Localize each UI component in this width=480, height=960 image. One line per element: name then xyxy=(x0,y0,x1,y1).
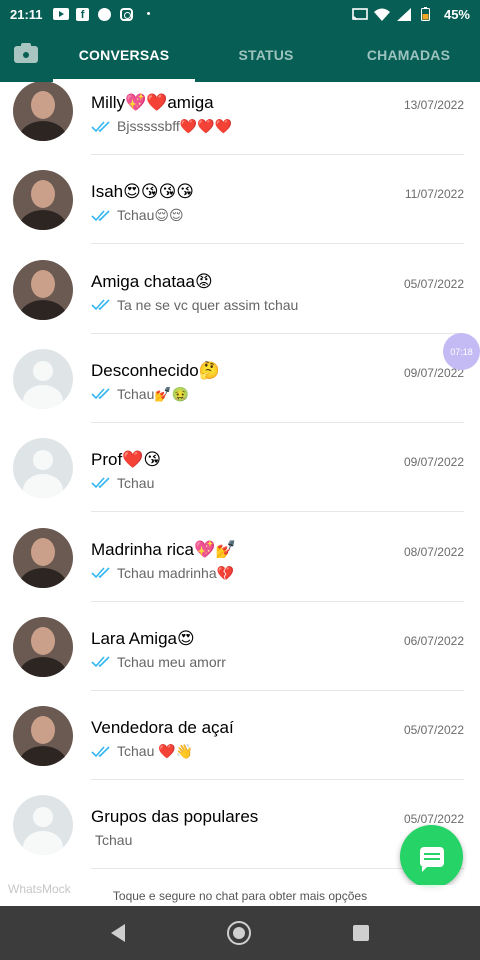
instagram-icon xyxy=(119,7,135,21)
home-icon[interactable] xyxy=(227,921,251,945)
chat-preview-text: Tchau💅🤢 xyxy=(117,385,190,402)
contact-avatar[interactable] xyxy=(13,170,73,231)
chat-preview-text: Tchau ❤️👋 xyxy=(117,743,194,760)
chat-list[interactable]: Milly💖❤️amiga 13/07/2022 Bjsssssbff❤️❤️❤️ I… xyxy=(0,82,480,906)
hint-text: Toque e segure no chat para obter mais o… xyxy=(0,885,480,906)
chat-name: Grupos das populares xyxy=(91,807,259,827)
battery-icon xyxy=(418,7,434,21)
contact-avatar[interactable] xyxy=(13,616,73,677)
tab-conversas[interactable]: CONVERSAS xyxy=(53,28,195,82)
chat-date: 06/07/2022 xyxy=(403,633,464,648)
chat-preview: Bjsssssbff❤️❤️❤️ xyxy=(91,118,232,135)
chat-preview-text: Tchau meu amorr xyxy=(117,653,226,670)
chat-preview-text: Tchau xyxy=(95,832,133,849)
back-icon[interactable] xyxy=(111,924,125,942)
double-check-icon xyxy=(91,477,111,489)
camera-icon[interactable] xyxy=(14,42,40,64)
status-bar: 21:11 f • 45% xyxy=(0,0,480,28)
double-check-icon xyxy=(91,746,111,758)
double-check-icon xyxy=(91,567,111,579)
messenger-icon xyxy=(97,7,113,21)
chat-date: 08/07/2022 xyxy=(403,544,464,559)
contact-avatar[interactable] xyxy=(13,82,73,141)
recents-icon[interactable] xyxy=(353,925,369,941)
watermark: WhatsMock xyxy=(8,882,71,896)
chat-preview-text: Tchau😌😌 xyxy=(117,207,184,224)
default-avatar-icon[interactable] xyxy=(13,795,73,856)
chat-preview: Tchau meu amorr xyxy=(91,654,226,670)
notification-dot: • xyxy=(146,8,151,20)
chat-preview: Tchau madrinha💔 xyxy=(91,565,234,582)
wifi-icon xyxy=(373,8,390,21)
chat-date: 13/07/2022 xyxy=(403,98,464,112)
chat-row[interactable]: Lara Amiga😍 06/07/2022 Tchau meu amorr xyxy=(0,602,480,691)
chat-preview-text: Tchau madrinha💔 xyxy=(117,564,235,581)
chat-date: 05/07/2022 xyxy=(403,723,464,738)
chat-date: 05/07/2022 xyxy=(403,276,464,291)
default-avatar-icon[interactable] xyxy=(13,438,73,499)
chat-row[interactable]: Isah😍😘😘😘 11/07/2022 Tchau😌😌 xyxy=(0,155,480,245)
floating-timer-bubble[interactable]: 07:18 xyxy=(443,333,480,370)
double-check-icon xyxy=(91,299,111,311)
chat-name: Milly💖❤️amiga xyxy=(91,93,214,112)
chat-row[interactable]: Desconhecido🤔 09/07/2022 Tchau💅🤢 xyxy=(0,334,480,423)
new-chat-button[interactable] xyxy=(400,825,463,888)
app-bar: CONVERSAS STATUS CHAMADAS xyxy=(0,28,480,82)
chat-name: Isah😍😘😘😘 xyxy=(91,182,195,202)
chat-name: Amiga chataa😡 xyxy=(91,271,213,291)
double-check-icon xyxy=(91,210,111,222)
chat-date: 11/07/2022 xyxy=(404,187,464,202)
tab-status[interactable]: STATUS xyxy=(195,28,337,82)
cast-icon xyxy=(352,7,368,21)
chat-name: Vendedora de açaí xyxy=(91,718,234,738)
chat-row[interactable]: Vendedora de açaí 05/07/2022 Tchau ❤️👋 xyxy=(0,691,480,781)
chat-name: Prof❤️😘 xyxy=(91,450,162,470)
chat-name: Desconhecido🤔 xyxy=(91,360,220,380)
chat-preview-text: Bjsssssbff❤️❤️❤️ xyxy=(117,118,233,134)
chat-date: 09/07/2022 xyxy=(403,455,464,470)
status-time: 21:11 xyxy=(10,6,43,22)
signal-icon xyxy=(396,7,412,21)
contact-avatar[interactable] xyxy=(13,527,73,588)
new-chat-icon xyxy=(419,846,444,872)
navigation-bar xyxy=(0,906,480,960)
chat-preview-text: Ta ne se vc quer assim tchau xyxy=(117,296,299,313)
double-check-icon xyxy=(91,656,111,668)
chat-preview-text: Tchau xyxy=(117,475,155,492)
chat-row[interactable]: Madrinha rica💖💅 08/07/2022 Tchau madrinha💔 xyxy=(0,513,480,602)
default-avatar-icon[interactable] xyxy=(13,348,73,409)
chat-row[interactable]: Amiga chataa😡 05/07/2022 Ta ne se vc quer … xyxy=(0,245,480,334)
chat-preview: Ta ne se vc quer assim tchau xyxy=(91,297,298,313)
contact-avatar[interactable] xyxy=(13,259,73,320)
chat-name: Madrinha rica💖💅 xyxy=(91,539,237,559)
double-check-icon xyxy=(91,120,111,133)
tab-chamadas[interactable]: CHAMADAS xyxy=(337,28,480,82)
double-check-icon xyxy=(91,388,111,400)
contact-avatar[interactable] xyxy=(13,706,73,767)
youtube-icon xyxy=(52,8,69,21)
battery-percent: 45% xyxy=(443,6,470,22)
chat-preview: Tchau xyxy=(95,832,132,848)
chat-row[interactable]: Milly💖❤️amiga 13/07/2022 Bjsssssbff❤️❤️❤️ xyxy=(0,82,480,155)
chat-row[interactable]: Prof❤️😘 09/07/2022 Tchau xyxy=(0,423,480,513)
chat-preview: Tchau💅🤢 xyxy=(91,386,189,403)
chat-preview: Tchau ❤️👋 xyxy=(91,743,193,760)
chat-preview: Tchau😌😌 xyxy=(91,207,184,224)
chat-name: Lara Amiga😍 xyxy=(91,628,195,648)
facebook-icon: f xyxy=(75,7,91,21)
chat-preview: Tchau xyxy=(91,475,154,491)
